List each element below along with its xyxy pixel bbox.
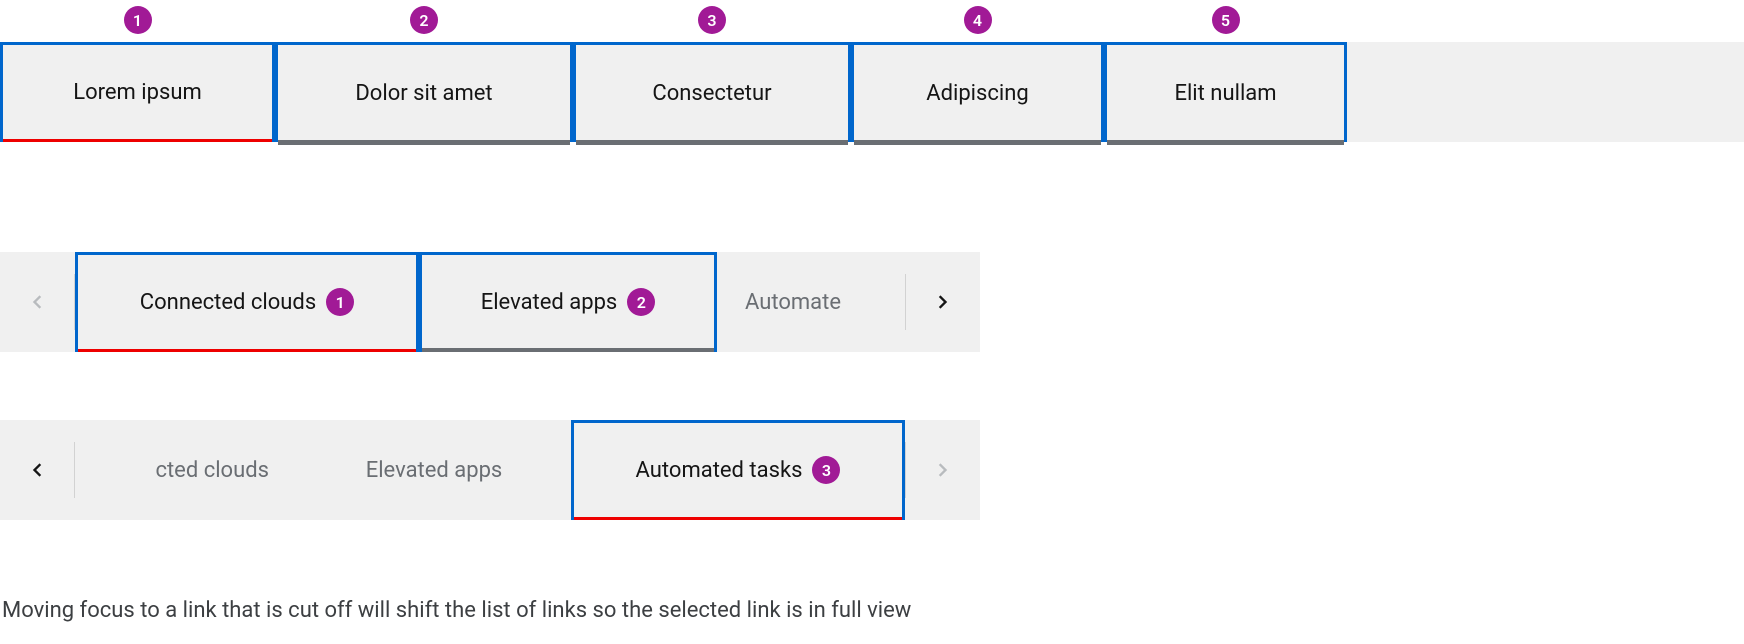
chevron-left-icon bbox=[27, 292, 47, 312]
tabs-example-1: Lorem ipsum Dolor sit amet Consectetur A… bbox=[0, 42, 1744, 142]
chevron-right-icon bbox=[933, 292, 953, 312]
focus-badge-3: 3 bbox=[698, 6, 726, 34]
tab-label: Consectetur bbox=[652, 81, 771, 106]
tab-elit-nullam[interactable]: Elit nullam bbox=[1104, 42, 1347, 142]
tabbar-empty-space bbox=[1347, 42, 1744, 142]
tab-label: Elevated apps bbox=[366, 458, 503, 483]
tab-label: Adipiscing bbox=[926, 81, 1029, 106]
tab-label: Elit nullam bbox=[1174, 81, 1276, 106]
focus-badge-4: 4 bbox=[964, 6, 992, 34]
scroll-right-button[interactable] bbox=[906, 420, 980, 520]
tab-label: Elevated apps bbox=[481, 290, 618, 315]
tab-automated-tasks-cutoff[interactable]: Automate bbox=[717, 252, 873, 352]
tab-adipiscing[interactable]: Adipiscing bbox=[851, 42, 1104, 142]
tab-label-partial: Automate bbox=[745, 290, 841, 315]
focus-badge-2: 2 bbox=[410, 6, 438, 34]
chevron-right-icon bbox=[933, 460, 953, 480]
focus-order-badges-row: 1 2 3 4 5 bbox=[0, 6, 1347, 34]
tab-connected-clouds[interactable]: Connected clouds 1 bbox=[75, 252, 419, 352]
tab-label: Connected clouds bbox=[140, 290, 316, 315]
scroll-right-button[interactable] bbox=[906, 252, 980, 352]
tab-consectetur[interactable]: Consectetur bbox=[573, 42, 851, 142]
tab-label-partial: cted clouds bbox=[155, 458, 269, 483]
scroll-left-button[interactable] bbox=[0, 252, 74, 352]
overflow-tabs-state-b: cted clouds Elevated apps Automated task… bbox=[0, 420, 980, 520]
focus-badge-2: 2 bbox=[627, 288, 655, 316]
focus-badge-5: 5 bbox=[1212, 6, 1240, 34]
overflow-tabs-state-a: Connected clouds 1 Elevated apps 2 Autom… bbox=[0, 252, 980, 352]
focus-badge-3: 3 bbox=[812, 456, 840, 484]
tab-lorem-ipsum[interactable]: Lorem ipsum bbox=[0, 42, 275, 142]
tab-label: Automated tasks bbox=[636, 458, 803, 483]
scroll-left-button[interactable] bbox=[0, 420, 74, 520]
tab-elevated-apps[interactable]: Elevated apps 2 bbox=[419, 252, 717, 352]
tab-elevated-apps[interactable]: Elevated apps bbox=[297, 420, 571, 520]
tab-label: Dolor sit amet bbox=[355, 81, 492, 106]
tab-dolor-sit-amet[interactable]: Dolor sit amet bbox=[275, 42, 573, 142]
focus-badge-1: 1 bbox=[326, 288, 354, 316]
chevron-left-icon bbox=[27, 460, 47, 480]
focus-badge-1: 1 bbox=[124, 6, 152, 34]
tab-automated-tasks[interactable]: Automated tasks 3 bbox=[571, 420, 905, 520]
overflow-track: cted clouds Elevated apps Automated task… bbox=[75, 420, 905, 520]
tab-connected-clouds-cutoff[interactable]: cted clouds bbox=[155, 420, 297, 520]
overflow-track: Connected clouds 1 Elevated apps 2 Autom… bbox=[75, 252, 905, 352]
tab-label: Lorem ipsum bbox=[73, 80, 202, 105]
caption-text: Moving focus to a link that is cut off w… bbox=[2, 598, 911, 623]
